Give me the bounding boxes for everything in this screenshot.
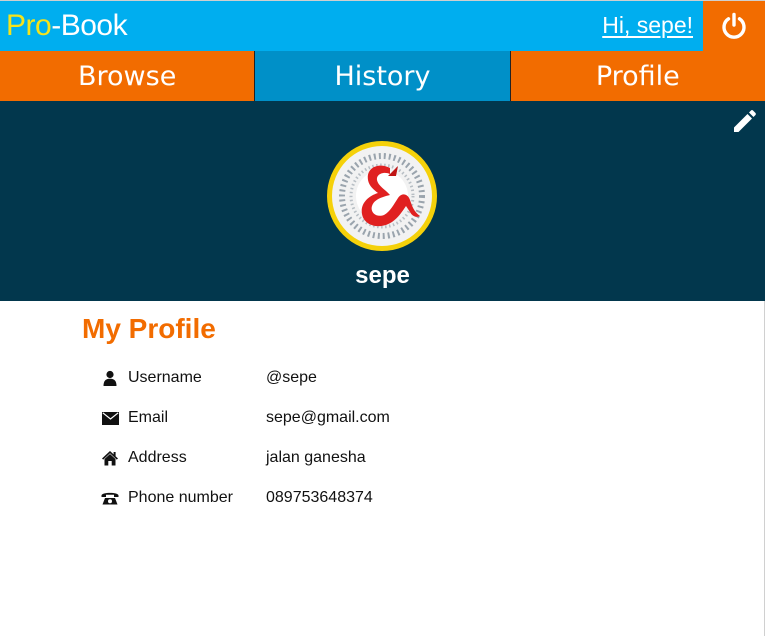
profile-row-address: Address jalan ganesha (100, 438, 390, 478)
main-nav: Browse History Profile (0, 51, 765, 101)
brand-book: Book (60, 9, 128, 42)
ampersand-dragon-logo (336, 150, 428, 242)
user-greeting-link[interactable]: Hi, sepe! (602, 11, 693, 39)
brand-pro: Pro (6, 9, 52, 42)
address-label: Address (128, 449, 187, 466)
tab-history[interactable]: History (254, 51, 510, 101)
phone-icon (100, 488, 120, 508)
power-icon (722, 12, 746, 39)
brand-dash: - (51, 9, 61, 42)
profile-row-email: Email sepe@gmail.com (100, 398, 390, 438)
avatar (327, 141, 437, 251)
profile-row-username: Username @sepe (100, 358, 390, 398)
avatar-image (332, 146, 432, 246)
app-logo[interactable]: Pro-Book (6, 9, 128, 43)
logout-button[interactable] (703, 1, 765, 51)
email-label: Email (128, 409, 169, 426)
home-icon (100, 448, 120, 468)
phone-value: 089753648374 (266, 489, 373, 506)
profile-name: sepe (355, 262, 410, 289)
envelope-icon (100, 408, 120, 428)
top-bar: Pro-Book Hi, sepe! (0, 0, 765, 51)
tab-browse[interactable]: Browse (0, 51, 255, 101)
profile-banner: sepe (0, 101, 765, 301)
pencil-icon[interactable] (731, 109, 757, 135)
username-label: Username (128, 369, 202, 386)
profile-row-phone: Phone number 089753648374 (100, 478, 390, 518)
user-icon (100, 368, 120, 388)
tab-profile[interactable]: Profile (509, 51, 765, 101)
phone-label: Phone number (128, 489, 233, 506)
username-value: @sepe (266, 369, 317, 386)
page-title: My Profile (82, 313, 216, 344)
email-value: sepe@gmail.com (266, 409, 390, 426)
address-value: jalan ganesha (266, 449, 366, 466)
profile-details: Username @sepe Email sepe@gmail.com Addr… (100, 358, 390, 518)
